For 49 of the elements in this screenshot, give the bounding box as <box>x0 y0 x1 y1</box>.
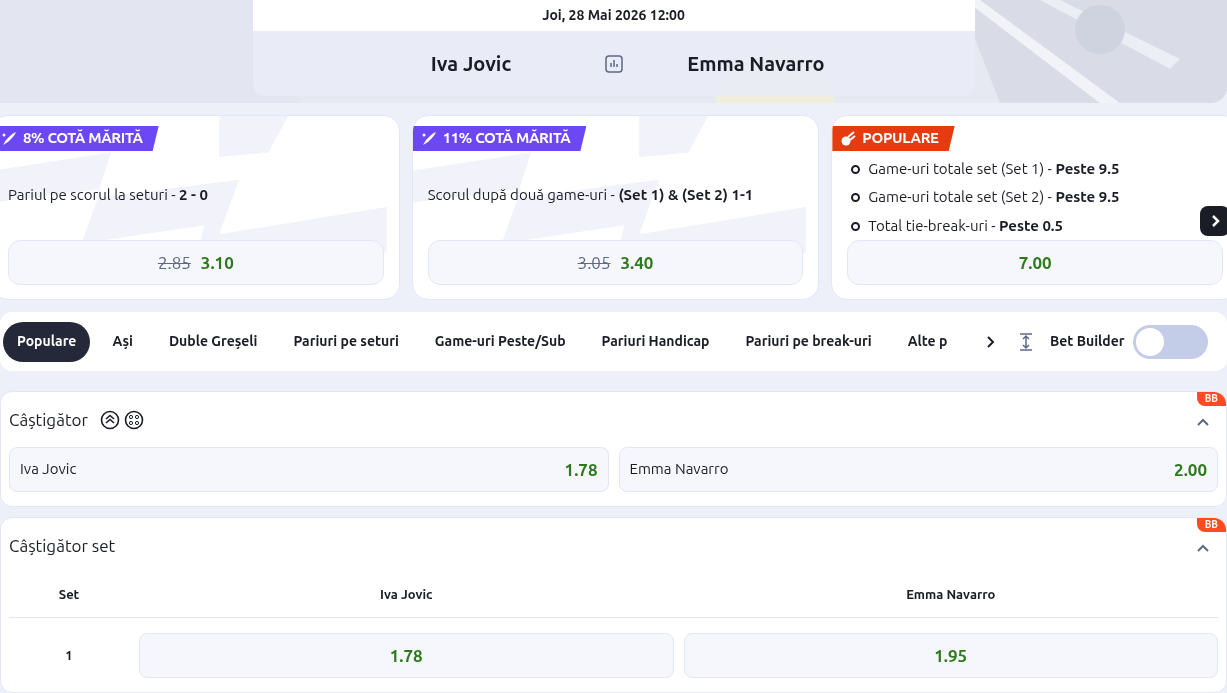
category-tab[interactable]: Pariuri pe break-uri <box>731 321 886 362</box>
outcome-button[interactable]: Emma Navarro 2.00 <box>618 447 1218 492</box>
expand-vertical-icon[interactable] <box>1018 331 1034 352</box>
event-date: Joi, 28 Mai 2026 12:00 <box>542 6 685 25</box>
badge-text: 11% COTĂ MĂRITĂ <box>442 128 571 149</box>
leg-text: Game-uri totale set (Set 1) - Peste 9.5 <box>868 158 1120 179</box>
odds-button[interactable]: 7.00 <box>847 240 1223 286</box>
category-tab[interactable]: Ași <box>98 321 147 362</box>
category-tab[interactable]: Duble Greșeli <box>154 321 272 362</box>
odds-button[interactable]: 2.85 3.10 <box>8 240 384 286</box>
set-number: 1 <box>64 646 74 664</box>
chevron-right-icon[interactable] <box>986 334 996 349</box>
category-tab[interactable]: Game-uri Peste/Sub <box>420 321 580 362</box>
boosted-odds: 7.00 <box>1018 251 1052 274</box>
odds-button[interactable]: 1.78 <box>139 633 674 678</box>
category-tab[interactable]: Pariuri Handicap <box>587 321 724 362</box>
old-odds: 3.05 <box>577 251 611 274</box>
category-tab[interactable]: Populare <box>3 321 91 362</box>
next-button[interactable] <box>1200 206 1227 237</box>
collapse-icon[interactable] <box>1196 416 1210 427</box>
selection-text: Scorul după două game-uri - (Set 1) & (Set 2) 1-1 <box>427 185 754 206</box>
category-tab[interactable]: Alte p <box>893 321 962 362</box>
odds-button[interactable]: 3.05 3.40 <box>427 240 804 286</box>
bet-builder-label: Bet Builder <box>1050 332 1125 352</box>
boosted-odds: 3.40 <box>620 251 654 274</box>
old-odds: 2.85 <box>157 251 191 274</box>
leg-text: Game-uri totale set (Set 2) - Peste 9.5 <box>868 187 1120 208</box>
player-name: Emma Navarro <box>686 50 826 77</box>
player-name: Iva Jovic <box>429 50 513 77</box>
category-tab[interactable]: Pariuri pe seturi <box>279 321 413 362</box>
leg-text: Total tie-break-uri - Peste 0.5 <box>868 215 1063 236</box>
score-circle-icon <box>123 409 144 430</box>
odds-button[interactable]: 1.95 <box>683 633 1218 678</box>
market-title: Câștigător <box>9 408 88 431</box>
bb-badge: BB <box>1196 392 1226 406</box>
collapse-icon[interactable] <box>1196 542 1210 553</box>
badge-text: 8% COTĂ MĂRITĂ <box>23 128 143 149</box>
column-header: Iva Jovic <box>379 586 434 604</box>
stats-icon[interactable] <box>604 54 623 73</box>
chevrons-up-circle-icon <box>99 409 120 430</box>
column-header: Set <box>57 586 81 604</box>
boosted-odds: 3.10 <box>200 251 234 274</box>
bet-builder-toggle[interactable] <box>1132 324 1208 359</box>
market-title: Câștigător set <box>9 534 116 557</box>
column-header: Emma Navarro <box>905 586 997 604</box>
selection-text: Pariul pe scorul la seturi - 2 - 0 <box>8 185 208 206</box>
badge-text: POPULARE <box>862 128 939 149</box>
bb-badge: BB <box>1196 518 1226 532</box>
outcome-button[interactable]: Iva Jovic 1.78 <box>9 447 609 492</box>
